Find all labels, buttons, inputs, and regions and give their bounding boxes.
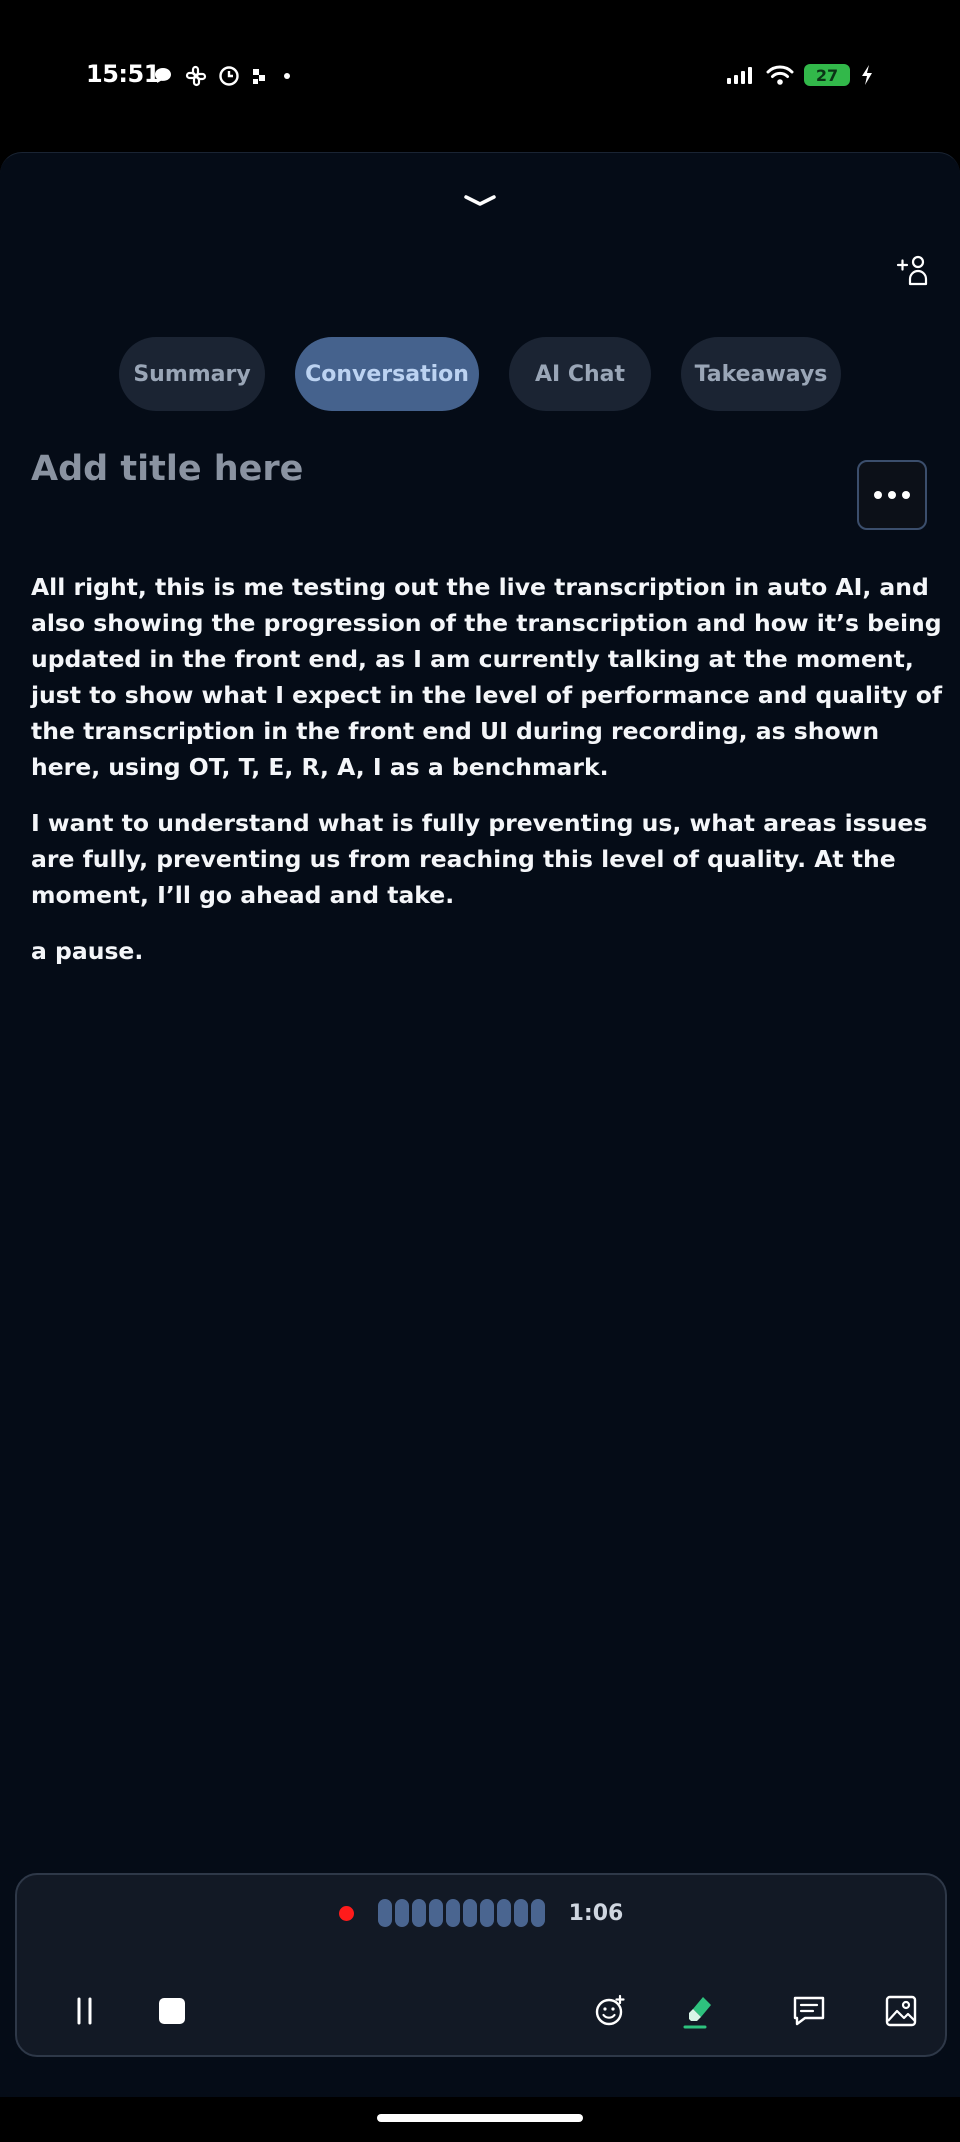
recording-indicator: 1:06 (17, 1899, 945, 1927)
chat-bubble-icon (155, 68, 171, 83)
charging-icon (862, 65, 872, 85)
waveform-bar (479, 1899, 494, 1927)
transcript-paragraph: I want to understand what is fully preve… (31, 809, 928, 909)
recording-timer: 1:06 (568, 1900, 624, 1926)
notification-icons (152, 64, 294, 88)
tab-ai-chat[interactable]: AI Chat (509, 337, 651, 411)
comment-icon[interactable] (791, 1993, 827, 2029)
slack-icon (185, 65, 207, 87)
waveform-bar (377, 1899, 392, 1927)
waveform-bar (428, 1899, 443, 1927)
more-icon-dot (902, 491, 910, 499)
more-icon-dot (874, 491, 882, 499)
clock-icon (219, 66, 239, 86)
add-person-icon[interactable] (896, 253, 932, 289)
system-status: 27 (726, 64, 874, 86)
transcript: All right, this is me testing out the li… (31, 569, 951, 989)
highlighter-icon[interactable] (681, 1993, 721, 2031)
dot-icon (284, 73, 290, 79)
tab-bar: Summary Conversation AI Chat Takeaways (0, 337, 960, 411)
status-time: 15:51 (86, 60, 160, 88)
wifi-icon (766, 65, 794, 85)
recorder-panel: 1:06 (15, 1873, 947, 2057)
emoji-add-icon[interactable] (592, 1993, 628, 2029)
conversation-sheet: Summary Conversation AI Chat Takeaways A… (0, 152, 960, 2097)
battery-level: 27 (815, 65, 839, 85)
signal-icon (727, 67, 752, 84)
recording-dot (338, 1905, 354, 1921)
app-icon (253, 69, 265, 84)
waveform-bar (462, 1899, 477, 1927)
tab-takeaways[interactable]: Takeaways (681, 337, 841, 411)
waveform-bar (445, 1899, 460, 1927)
more-icon-dot (888, 491, 896, 499)
waveform-bar (513, 1899, 528, 1927)
more-options-button[interactable] (857, 460, 927, 530)
transcript-paragraph: All right, this is me testing out the li… (31, 573, 943, 781)
battery-icon: 27 (804, 64, 850, 86)
transcript-paragraph: a pause. (31, 937, 144, 965)
chevron-down-icon[interactable] (460, 189, 500, 213)
image-icon[interactable] (883, 1993, 919, 2029)
home-indicator[interactable] (377, 2114, 583, 2122)
status-bar: 15:51 27 (0, 0, 960, 152)
waveform-bar (530, 1899, 545, 1927)
audio-waveform (377, 1899, 545, 1927)
waveform-bar (411, 1899, 426, 1927)
waveform-bar (394, 1899, 409, 1927)
pause-icon[interactable] (67, 1993, 103, 2029)
waveform-bar (496, 1899, 511, 1927)
stop-icon[interactable] (154, 1993, 190, 2029)
tab-conversation[interactable]: Conversation (295, 337, 479, 411)
title-input[interactable]: Add title here (31, 449, 303, 489)
tab-summary[interactable]: Summary (119, 337, 265, 411)
